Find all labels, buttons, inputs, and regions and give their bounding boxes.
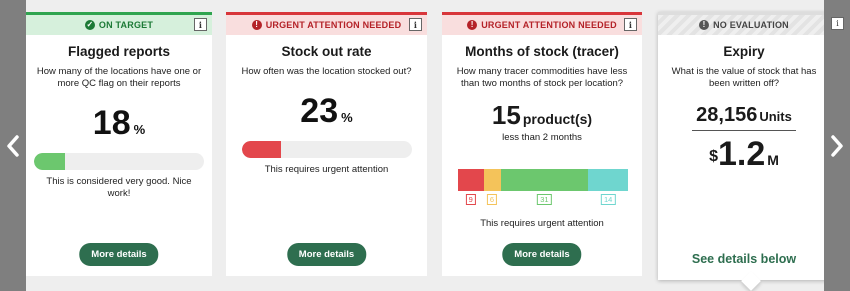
status-label: ON TARGET: [98, 20, 154, 30]
status-banner: ! URGENT ATTENTION NEEDED i: [226, 15, 427, 35]
stacked-bar-segment: [500, 169, 589, 191]
units-number: 28,156: [696, 104, 758, 126]
kpi-card-stock-out-rate: ! URGENT ATTENTION NEEDED i Stock out ra…: [226, 12, 427, 276]
stacked-bar-segment: [588, 169, 628, 191]
info-circle-icon: !: [699, 20, 710, 30]
stacked-bar-segment: [483, 169, 501, 191]
metric-value: 18%: [26, 104, 212, 143]
money-number: 1.2: [717, 135, 766, 173]
stacked-bar-labels: 9 6 31 14: [458, 194, 628, 206]
chevron-left-icon: [7, 134, 19, 157]
card-title: Expiry: [723, 44, 765, 59]
money-suffix: M: [767, 152, 779, 168]
more-details-button[interactable]: More details: [79, 243, 159, 266]
metric-number: 23: [300, 92, 339, 130]
units-suffix: Units: [759, 109, 792, 124]
check-circle-icon: ✓: [84, 20, 95, 30]
metric-number: 15: [491, 100, 521, 130]
evaluation-comment: This is considered very good. Nice work!: [46, 176, 192, 199]
currency-symbol: $: [709, 148, 718, 165]
card-title: Stock out rate: [281, 44, 372, 59]
card-title: Months of stock (tracer): [465, 44, 619, 59]
metric-value: 23%: [226, 92, 427, 131]
metric-subtitle: less than 2 months: [502, 132, 582, 143]
metric-value: 15 product(s): [442, 100, 642, 131]
metric-number: 18: [92, 104, 131, 142]
stacked-bar-segment: [458, 169, 484, 191]
more-details-button[interactable]: More details: [286, 243, 367, 266]
metric-unit: product(s): [522, 111, 593, 127]
units-line: 28,156 Units: [692, 104, 796, 131]
units-value: 28,156 Units: [658, 104, 830, 131]
progress-fill: [34, 153, 65, 170]
carousel-next-button[interactable]: i: [824, 0, 850, 291]
kpi-card-flagged-reports: ✓ ON TARGET i Flagged reports How many o…: [26, 12, 212, 276]
carousel-prev-button[interactable]: [0, 0, 26, 291]
evaluation-comment: This requires urgent attention: [480, 218, 604, 229]
info-button[interactable]: i: [624, 18, 637, 31]
progress-bar: [34, 153, 204, 170]
evaluation-comment: This requires urgent attention: [264, 164, 389, 175]
progress-fill: [241, 141, 281, 158]
kpi-card-months-of-stock: ! URGENT ATTENTION NEEDED i Months of st…: [442, 12, 642, 276]
more-details-button[interactable]: More details: [502, 243, 582, 266]
info-button[interactable]: i: [194, 18, 207, 31]
card-question: How many of the locations have one or mo…: [36, 66, 202, 89]
stacked-bar-label: 9: [465, 194, 476, 205]
status-banner: ! NO EVALUATION: [658, 15, 830, 35]
status-label: URGENT ATTENTION NEEDED: [481, 20, 617, 30]
stacked-bar-label: 14: [600, 194, 616, 205]
card-title: Flagged reports: [67, 44, 170, 59]
kpi-card-expiry: ! NO EVALUATION Expiry What is the value…: [658, 12, 830, 291]
metric-unit: %: [133, 122, 146, 137]
stacked-bar-label: 6: [486, 194, 498, 205]
stacked-bar-label: 31: [537, 194, 552, 205]
progress-bar: [241, 141, 412, 158]
see-details-link[interactable]: See details below: [658, 252, 830, 266]
alert-circle-icon: !: [251, 20, 262, 30]
stacked-bar: [458, 169, 628, 191]
card-question: How many tracer commodities have less th…: [456, 66, 628, 89]
card-question: What is the value of stock that has been…: [671, 66, 817, 89]
status-label: NO EVALUATION: [713, 20, 789, 30]
info-button[interactable]: i: [831, 17, 844, 30]
selected-pointer: [741, 271, 761, 291]
status-label: URGENT ATTENTION NEEDED: [265, 20, 402, 30]
money-value: $1.2 M: [658, 135, 830, 174]
status-banner: ! URGENT ATTENTION NEEDED i: [442, 15, 642, 35]
status-banner: ✓ ON TARGET i: [26, 15, 212, 35]
card-question: How often was the location stocked out?: [241, 66, 412, 77]
info-button[interactable]: i: [409, 18, 422, 31]
metric-unit: %: [341, 110, 353, 125]
kpi-carousel: ✓ ON TARGET i Flagged reports How many o…: [0, 0, 850, 291]
chevron-right-icon: [831, 134, 843, 157]
alert-circle-icon: !: [467, 20, 478, 30]
